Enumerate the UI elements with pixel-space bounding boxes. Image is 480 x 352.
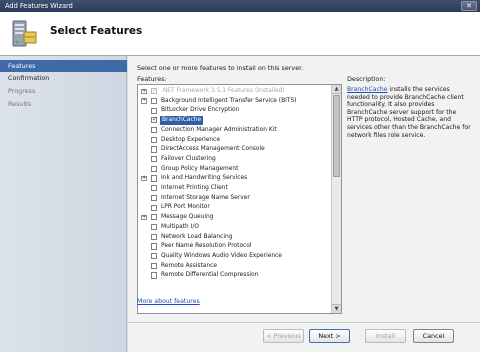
- feature-label: Quality Windows Audio Video Experience: [161, 252, 282, 259]
- close-button[interactable]: ✕: [461, 1, 477, 11]
- feature-checkbox[interactable]: [151, 175, 158, 182]
- feature-checkbox[interactable]: [151, 223, 158, 231]
- feature-row[interactable]: Connection Manager Administration Kit: [138, 126, 332, 135]
- feature-checkbox: ✓: [151, 87, 158, 95]
- feature-checkbox[interactable]: [151, 194, 158, 202]
- feature-row[interactable]: Failover Clustering: [138, 155, 332, 164]
- scroll-thumb[interactable]: [333, 95, 340, 177]
- feature-label: Peer Name Resolution Protocol: [161, 243, 252, 250]
- feature-label: Desktop Experience: [161, 136, 221, 143]
- feature-label: Remote Assistance: [161, 262, 217, 269]
- feature-row[interactable]: Internet Storage Name Server: [138, 194, 332, 203]
- wizard-steps-nav: Features Confirmation Progress Results: [0, 56, 127, 352]
- scroll-up-icon[interactable]: ▲: [332, 85, 341, 94]
- main-panel: Select one or more features to install o…: [128, 56, 480, 322]
- feature-label: Internet Storage Name Server: [161, 194, 250, 201]
- feature-label: Ink and Handwriting Services: [161, 175, 248, 182]
- feature-checkbox[interactable]: [151, 136, 158, 143]
- feature-row[interactable]: ✓ BranchCache: [138, 116, 332, 125]
- feature-row[interactable]: Network Load Balancing: [138, 233, 332, 242]
- feature-checkbox[interactable]: [151, 165, 158, 172]
- nav-step-progress: Progress: [8, 87, 36, 95]
- expand-icon[interactable]: +: [141, 214, 147, 221]
- feature-checkbox[interactable]: [151, 233, 158, 240]
- expand-icon[interactable]: +: [141, 98, 147, 104]
- cancel-button[interactable]: Cancel: [413, 329, 454, 343]
- feature-label: Multipath I/O: [161, 223, 200, 230]
- feature-checkbox[interactable]: [151, 272, 158, 279]
- description-feature-link[interactable]: BranchCache: [347, 86, 387, 93]
- feature-checkbox[interactable]: [151, 185, 158, 192]
- feature-label: DirectAccess Management Console: [161, 146, 265, 153]
- more-about-features-link[interactable]: More about features: [137, 298, 200, 305]
- feature-label: Connection Manager Administration Kit: [161, 126, 277, 133]
- feature-checkbox[interactable]: [151, 204, 158, 211]
- feature-checkbox[interactable]: ✓: [151, 117, 158, 124]
- expand-icon[interactable]: +: [141, 88, 147, 95]
- feature-label: Background Intelligent Transfer Service …: [161, 97, 297, 104]
- feature-label: Internet Printing Client: [161, 185, 228, 191]
- nav-step-confirmation[interactable]: Confirmation: [0, 72, 127, 84]
- feature-row[interactable]: BitLocker Drive Encryption: [138, 106, 332, 115]
- server-features-icon: [12, 20, 37, 47]
- features-label: Features:: [137, 75, 167, 83]
- expand-icon[interactable]: +: [141, 176, 147, 182]
- feature-label: LPR Port Monitor: [161, 204, 210, 211]
- feature-checkbox[interactable]: [151, 107, 158, 114]
- feature-row[interactable]: + Ink and Handwriting Services: [138, 174, 332, 183]
- feature-checkbox[interactable]: [151, 262, 158, 269]
- features-list[interactable]: + ✓ .NET Framework 3.5.1 Features (Install…: [137, 84, 342, 314]
- scroll-down-icon[interactable]: ▼: [332, 304, 341, 313]
- install-button[interactable]: Install: [365, 329, 406, 343]
- description-body: installs the services needed to provide …: [347, 86, 471, 139]
- feature-row[interactable]: Internet Printing Client: [138, 184, 332, 193]
- feature-label: BranchCache: [160, 116, 204, 125]
- close-icon: ✕: [466, 2, 472, 10]
- feature-row[interactable]: DirectAccess Management Console: [138, 145, 332, 154]
- nav-step-results: Results: [8, 100, 32, 108]
- nav-step-features[interactable]: Features: [0, 60, 127, 72]
- feature-label: Group Policy Management: [161, 165, 239, 172]
- feature-row[interactable]: + Background Intelligent Transfer Service…: [138, 97, 332, 106]
- page-title: Select Features: [50, 25, 143, 37]
- title-bar: Add Features Wizard ✕: [0, 0, 480, 12]
- feature-checkbox[interactable]: [151, 146, 158, 153]
- feature-checkbox[interactable]: [151, 156, 158, 163]
- feature-row[interactable]: Desktop Experience: [138, 136, 332, 145]
- feature-row[interactable]: Peer Name Resolution Protocol: [138, 242, 332, 251]
- feature-row[interactable]: Quality Windows Audio Video Experience: [138, 252, 332, 261]
- instruction-text: Select one or more features to install o…: [137, 64, 304, 72]
- feature-label: .NET Framework 3.5.1 Features (Installed…: [161, 88, 285, 94]
- feature-checkbox[interactable]: [151, 253, 158, 260]
- feature-row[interactable]: Multipath I/O: [138, 223, 332, 232]
- wizard-footer: < Previous Next > Install Cancel: [128, 322, 480, 352]
- feature-checkbox[interactable]: [151, 126, 158, 134]
- next-button[interactable]: Next >: [309, 329, 350, 343]
- feature-checkbox[interactable]: [151, 243, 158, 250]
- feature-row[interactable]: Remote Assistance: [138, 262, 332, 271]
- feature-label: Network Load Balancing: [161, 233, 233, 240]
- feature-label: Failover Clustering: [161, 155, 216, 162]
- feature-checkbox[interactable]: [151, 214, 158, 221]
- feature-row[interactable]: Remote Differential Compression: [138, 271, 332, 280]
- feature-label: BitLocker Drive Encryption: [161, 107, 240, 114]
- window-title: Add Features Wizard: [5, 2, 73, 10]
- wizard-header: Select Features: [0, 12, 480, 56]
- feature-label: Remote Differential Compression: [161, 272, 259, 279]
- feature-label: Message Queuing: [161, 214, 214, 221]
- feature-row[interactable]: LPR Port Monitor: [138, 203, 332, 212]
- feature-row[interactable]: Group Policy Management: [138, 165, 332, 174]
- feature-row[interactable]: + Message Queuing: [138, 213, 332, 222]
- description-text: BranchCache installs the services needed…: [347, 86, 473, 139]
- feature-checkbox[interactable]: [151, 97, 158, 105]
- features-scrollbar[interactable]: ▲ ▼: [331, 85, 341, 313]
- description-label: Description:: [347, 75, 386, 83]
- feature-row[interactable]: + ✓ .NET Framework 3.5.1 Features (Install…: [138, 87, 332, 96]
- previous-button[interactable]: < Previous: [263, 329, 304, 343]
